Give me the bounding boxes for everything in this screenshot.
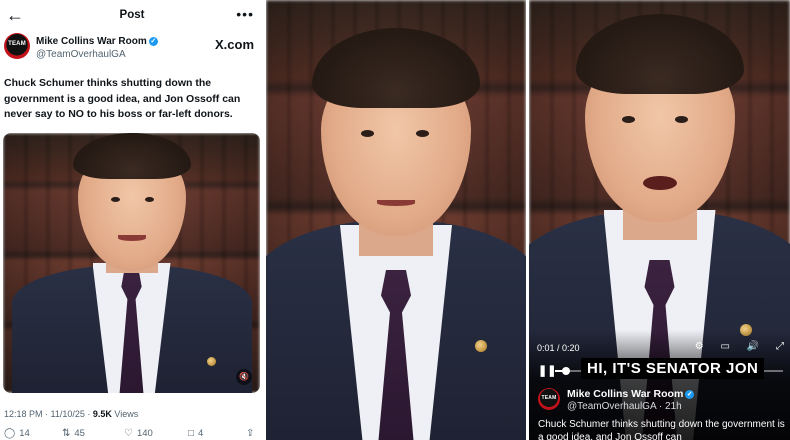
like-button[interactable]: ♡ 140: [124, 428, 153, 439]
bookmark-button[interactable]: □ 4: [188, 428, 203, 439]
share-button[interactable]: ⇪: [246, 428, 258, 439]
pause-button[interactable]: ❚❚: [538, 364, 556, 377]
post-title: Post: [119, 9, 145, 21]
verified-badge-icon: ✓: [685, 389, 695, 399]
fullscreen-icon[interactable]: ⤢: [776, 341, 784, 352]
lapel-pin: [475, 340, 487, 352]
airplay-icon[interactable]: ▭: [721, 341, 730, 352]
tweet-panel: ← Post ••• TEAM Mike Collins War Room ✓ @…: [0, 0, 264, 440]
right-eye: [675, 116, 688, 123]
author-name[interactable]: Mike Collins War Room ✓: [567, 388, 695, 400]
author-handle-age[interactable]: @TeamOverhaulGA · 21h: [567, 401, 682, 412]
tweet-actions: ◯ 14 ⇅ 45 ♡ 140 □ 4 ⇪: [0, 428, 264, 440]
mouth: [377, 200, 415, 206]
settings-icon[interactable]: ⚙: [695, 341, 704, 352]
author-name[interactable]: Mike Collins War Room ✓: [36, 36, 158, 47]
avatar[interactable]: TEAM: [538, 388, 560, 410]
verified-badge-icon: ✓: [148, 36, 158, 46]
left-eye: [361, 130, 374, 137]
bookmark-icon: □: [188, 428, 195, 439]
share-icon: ⇪: [246, 428, 255, 439]
repost-icon: ⇅: [62, 428, 71, 439]
left-eye: [111, 197, 120, 202]
mute-icon[interactable]: 🔇: [236, 369, 252, 385]
left-eye: [622, 116, 635, 123]
video-tweet-text: Chuck Schumer thinks shutting down the g…: [538, 419, 785, 440]
video-author: TEAM Mike Collins War Room ✓ @TeamOverhau…: [538, 386, 783, 416]
portrait-image: [266, 0, 526, 440]
repost-button[interactable]: ⇅ 45: [62, 428, 85, 439]
video-caption: HI, IT'S SENATOR JON: [581, 358, 765, 379]
reply-icon: ◯: [4, 428, 16, 439]
tweet-author: TEAM Mike Collins War Room ✓ @TeamOverhau…: [4, 33, 260, 63]
volume-icon[interactable]: 🔊: [747, 341, 759, 352]
avatar[interactable]: TEAM: [4, 33, 30, 59]
source-watermark: X.com: [214, 37, 254, 52]
video-controls: ⚙ ▭ 🔊 ⤢: [681, 341, 784, 352]
tweet-meta: 12:18 PM · 11/10/25 · 9.5K Views: [4, 409, 138, 419]
video-player[interactable]: 0:01 / 0:20 ⚙ ▭ 🔊 ⤢ ❚❚ HI, IT'S SENATOR …: [529, 0, 790, 440]
timestamp: 12:18 PM · 11/10/25 ·: [4, 409, 93, 419]
right-eye: [145, 197, 154, 202]
tweet-media[interactable]: 🔇: [3, 133, 260, 393]
mouth: [642, 176, 677, 190]
right-eye: [416, 130, 429, 137]
more-options-icon[interactable]: •••: [236, 6, 254, 22]
mouth: [117, 235, 146, 241]
lapel-pin: [207, 357, 216, 366]
views-label: Views: [111, 409, 139, 419]
post-header: ← Post •••: [0, 0, 264, 32]
reply-button[interactable]: ◯ 14: [4, 428, 30, 439]
views-count: 9.5K: [92, 409, 112, 419]
author-handle[interactable]: @TeamOverhaulGA: [36, 49, 126, 60]
heart-icon: ♡: [124, 428, 133, 439]
video-time: 0:01 / 0:20: [537, 343, 580, 353]
tweet-text: Chuck Schumer thinks shutting down the g…: [4, 77, 241, 120]
